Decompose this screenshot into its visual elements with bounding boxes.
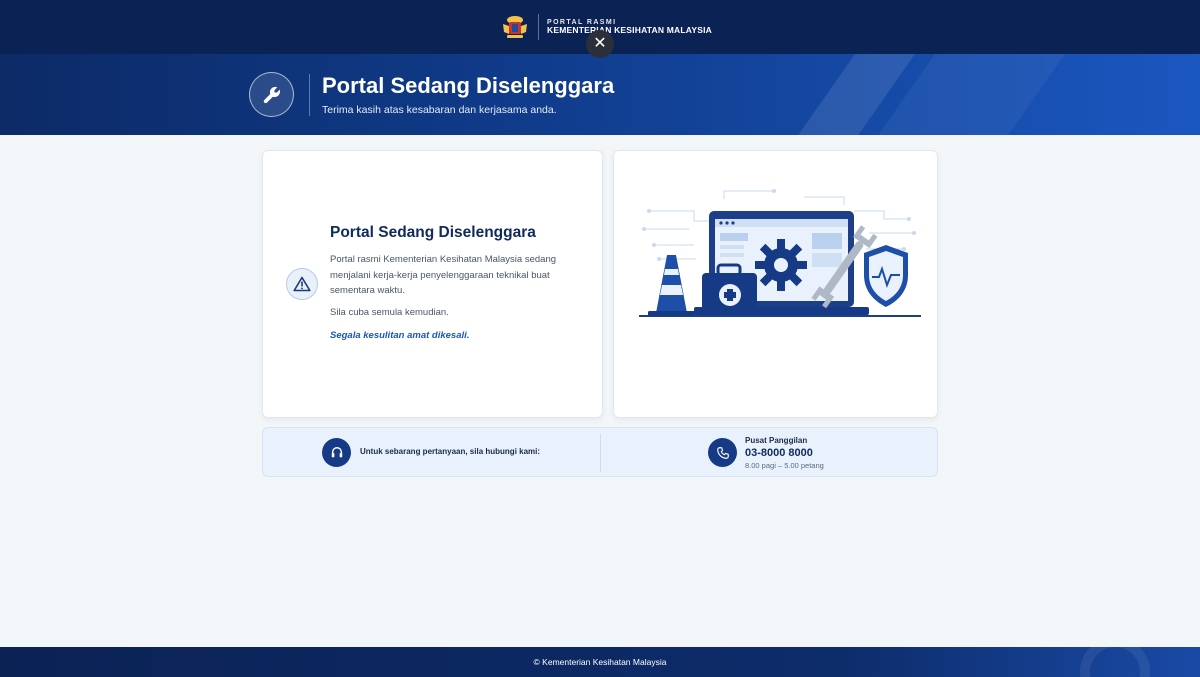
page-title: Portal Sedang Diselenggara xyxy=(322,73,615,98)
warning-icon xyxy=(286,268,318,300)
phone-icon xyxy=(708,438,737,467)
footer: © Kementerian Kesihatan Malaysia xyxy=(0,647,1200,677)
brand-small-text: PORTAL RASMI xyxy=(547,18,617,26)
message-body: Portal rasmi Kementerian Kesihatan Malay… xyxy=(330,254,557,296)
footer-copyright: © Kementerian Kesihatan Malaysia xyxy=(533,657,667,667)
contact-bar: Untuk sebarang pertanyaan, sila hubungi … xyxy=(262,427,938,477)
brand-divider xyxy=(538,14,539,40)
coat-of-arms-icon xyxy=(500,13,530,41)
maintenance-message-card: Portal Sedang Diselenggara Portal rasmi … xyxy=(262,150,603,418)
contact-divider xyxy=(600,434,601,472)
maintenance-illustration xyxy=(639,189,921,317)
wrench-icon xyxy=(249,72,294,117)
hero-divider xyxy=(309,74,310,116)
headset-icon xyxy=(322,438,351,467)
brand-name: KEMENTERIAN KESIHATAN MALAYSIA xyxy=(547,25,712,36)
brand-text: PORTAL RASMI KEMENTERIAN KESIHATAN MALAY… xyxy=(547,19,712,35)
message-retry: Sila cuba semula kemudian. xyxy=(330,307,449,318)
message-apology: Segala kesulitan amat dikesali. xyxy=(330,330,470,341)
hero-banner: Portal Sedang Diselenggara Terima kasih … xyxy=(0,54,1200,135)
close-button[interactable]: ✕ xyxy=(586,30,614,58)
message-title: Portal Sedang Diselenggara xyxy=(330,224,536,241)
call-center-number[interactable]: 03-8000 8000 xyxy=(745,447,813,459)
contact-prompt: Untuk sebarang pertanyaan, sila hubungi … xyxy=(360,447,541,456)
call-center-label: Pusat Panggilan xyxy=(745,436,808,445)
illustration-card xyxy=(613,150,938,418)
call-center-hours: 8.00 pagi – 5.00 petang xyxy=(745,461,824,470)
page-subtitle: Terima kasih atas kesabaran dan kerjasam… xyxy=(322,104,557,116)
